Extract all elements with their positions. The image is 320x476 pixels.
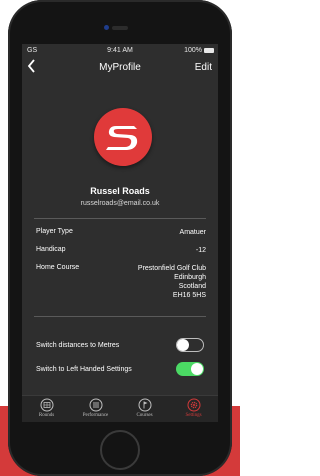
list-icon [89, 398, 102, 412]
left-handed-setting-label: Switch to Left Handed Settings [36, 366, 132, 373]
metres-setting-label: Switch distances to Metres [36, 342, 120, 349]
profile-email: russelroads@email.co.uk [80, 200, 160, 207]
tab-bar: Rounds Performance Courses Settings [22, 395, 218, 422]
handicap-label: Handicap [36, 246, 66, 253]
home-button[interactable] [100, 430, 140, 470]
tab-courses[interactable]: Courses [120, 398, 169, 422]
status-bar: GS 9:41 AM 100% [22, 44, 218, 58]
edit-button[interactable]: Edit [195, 62, 212, 73]
tab-label: Performance [82, 413, 109, 418]
player-type-value: Amatuer [179, 229, 206, 236]
home-course-line: Prestonfield Golf Club [137, 265, 206, 272]
page-title: MyProfile [99, 62, 141, 73]
toggle-knob [191, 363, 203, 375]
profile-name: Russel Roads [90, 186, 150, 196]
divider [34, 218, 206, 219]
nav-bar: MyProfile Edit [22, 58, 218, 78]
tab-settings[interactable]: Settings [169, 398, 218, 422]
left-handed-toggle[interactable] [176, 362, 204, 376]
tab-label: Settings [185, 413, 202, 418]
earpiece-speaker [112, 26, 128, 30]
gear-icon [187, 398, 200, 412]
home-course-label: Home Course [36, 264, 80, 271]
battery-icon [204, 48, 214, 53]
brand-logo [94, 108, 152, 166]
tab-label: Rounds [38, 413, 55, 418]
home-course-value: Prestonfield Golf Club Edinburgh Scotlan… [138, 264, 206, 300]
scorecard-icon [40, 398, 53, 412]
home-course-line: EH16 5HS [172, 292, 206, 299]
divider [34, 316, 206, 317]
home-course-line: Scotland [178, 283, 206, 290]
app-screen: GS 9:41 AM 100% MyProfile Edit Russel Ro… [22, 44, 218, 422]
home-course-line: Edinburgh [174, 274, 206, 281]
tab-performance[interactable]: Performance [71, 398, 120, 422]
handicap-value: -12 [195, 247, 206, 254]
player-type-label: Player Type [36, 228, 73, 235]
flag-icon [138, 398, 151, 412]
metres-toggle[interactable] [176, 338, 204, 352]
battery-percent: 100% [184, 47, 202, 54]
phone-frame: GS 9:41 AM 100% MyProfile Edit Russel Ro… [8, 0, 232, 476]
toggle-knob [177, 339, 189, 351]
tab-label: Courses [136, 413, 153, 418]
tab-rounds[interactable]: Rounds [22, 398, 71, 422]
front-camera [104, 25, 109, 30]
